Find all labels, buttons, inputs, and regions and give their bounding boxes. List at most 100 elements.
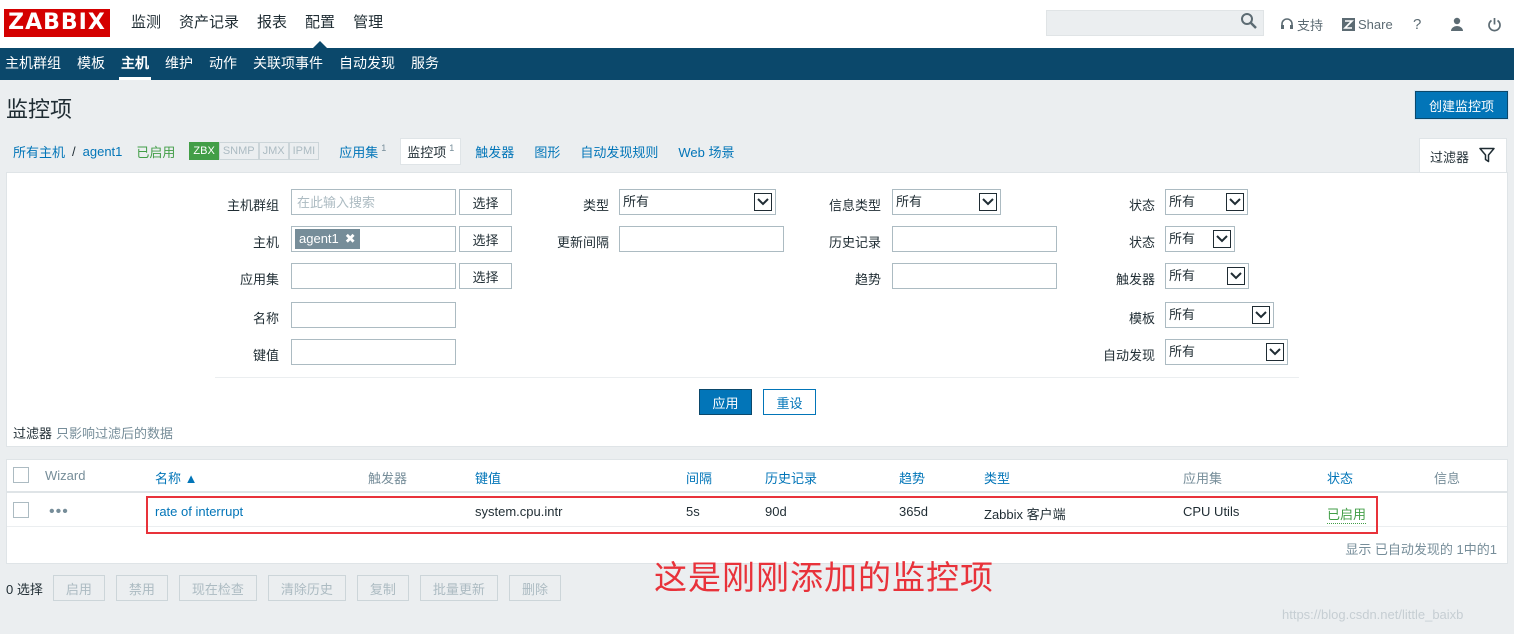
tab-triggers[interactable]: 触发器	[475, 142, 514, 161]
key-input[interactable]	[291, 339, 456, 365]
submenu-actions[interactable]: 动作	[204, 48, 242, 80]
tab-items[interactable]: 监控项 1	[400, 137, 462, 165]
item-name-link[interactable]: rate of interrupt	[155, 504, 243, 519]
discovery-select[interactable]: 所有	[1165, 339, 1288, 365]
share-z-icon	[1342, 17, 1355, 31]
selected-count: 0 选择	[6, 581, 43, 597]
filter-note: 过滤器 只影响过滤后的数据	[13, 423, 173, 442]
column-triggers: 触发器	[368, 471, 408, 486]
item-status-toggle[interactable]: 已启用	[1327, 504, 1367, 524]
item-type: Zabbix 客户端	[984, 507, 1066, 522]
info-type-select[interactable]: 所有	[892, 189, 1001, 215]
breadcrumb-host[interactable]: agent1	[83, 144, 123, 159]
submenu-hosts[interactable]: 主机	[116, 48, 154, 80]
share-link[interactable]: Share	[1342, 13, 1393, 35]
column-name[interactable]: 名称 ▲	[155, 468, 197, 487]
delete-button[interactable]: 删除	[508, 575, 561, 601]
trends-input[interactable]	[892, 263, 1057, 289]
zabbix-logo[interactable]: ZABBIX	[4, 9, 110, 37]
breadcrumb: 所有主机 / agent1 已启用 ZBX SNMP JMX IPMI 应用集 1…	[0, 137, 734, 165]
availability-zbx: ZBX	[189, 142, 219, 160]
clear-history-button[interactable]: 清除历史	[267, 575, 346, 601]
menu-monitoring[interactable]: 监测	[122, 0, 170, 48]
update-interval-input[interactable]	[619, 226, 784, 252]
availability-ipmi: IPMI	[288, 142, 320, 160]
name-label: 名称	[252, 311, 279, 326]
submenu-discovery[interactable]: 自动发现	[334, 48, 400, 80]
template-select[interactable]: 所有	[1165, 302, 1274, 328]
tab-graphs[interactable]: 图形	[534, 142, 560, 161]
breadcrumb-all-hosts[interactable]: 所有主机	[13, 142, 65, 161]
copy-button[interactable]: 复制	[356, 575, 409, 601]
submenu-event-correlation[interactable]: 关联项事件	[248, 48, 328, 80]
host-select-button[interactable]: 选择	[459, 226, 512, 252]
submenu-maintenance[interactable]: 维护	[160, 48, 198, 80]
chevron-down-icon	[1226, 193, 1244, 211]
application-select-button[interactable]: 选择	[459, 263, 512, 289]
submenu-host-groups[interactable]: 主机群组	[0, 48, 66, 80]
item-key: system.cpu.intr	[475, 504, 563, 519]
create-item-button[interactable]: 创建监控项	[1415, 91, 1508, 119]
info-type-select-value: 所有	[896, 194, 923, 209]
column-status[interactable]: 状态	[1327, 468, 1353, 487]
application-input[interactable]	[291, 263, 456, 289]
menu-configuration[interactable]: 配置	[296, 0, 344, 48]
submenu-templates[interactable]: 模板	[72, 48, 110, 80]
column-type[interactable]: 类型	[984, 468, 1010, 487]
help-icon[interactable]: ?	[1413, 13, 1421, 35]
row-checkbox[interactable]	[13, 502, 29, 518]
menu-inventory[interactable]: 资产记录	[170, 0, 248, 48]
item-history: 90d	[765, 504, 787, 519]
host-group-label: 主机群组	[226, 198, 279, 213]
tab-applications[interactable]: 应用集 1	[339, 142, 386, 161]
name-input[interactable]	[291, 302, 456, 328]
apply-filter-button[interactable]: 应用	[699, 389, 752, 415]
remove-chip-icon[interactable]: ✖	[345, 229, 356, 249]
check-now-button[interactable]: 现在检查	[178, 575, 257, 601]
tab-items-count: 1	[449, 143, 455, 154]
history-label: 历史记录	[828, 235, 881, 250]
item-interval: 5s	[686, 504, 700, 519]
item-trends: 365d	[899, 504, 928, 519]
mass-update-button[interactable]: 批量更新	[419, 575, 498, 601]
host-multiselect[interactable]: agent1 ✖	[291, 226, 456, 252]
tab-discovery-rules[interactable]: 自动发现规则	[580, 142, 658, 161]
filter-toggle-tab[interactable]: 过滤器	[1419, 138, 1507, 173]
annotation-text: 这是刚刚添加的监控项	[654, 558, 994, 597]
column-trends[interactable]: 趋势	[899, 468, 925, 487]
column-interval[interactable]: 间隔	[686, 468, 712, 487]
user-profile-icon[interactable]	[1450, 13, 1464, 35]
global-search-input[interactable]	[1046, 10, 1264, 36]
host-status-enabled[interactable]: 已启用	[136, 142, 175, 161]
reset-filter-button[interactable]: 重设	[763, 389, 816, 415]
type-select-value: 所有	[623, 194, 650, 209]
state-select[interactable]: 所有	[1165, 189, 1248, 215]
support-link[interactable]: 支持	[1280, 13, 1323, 35]
host-group-input[interactable]	[291, 189, 456, 215]
status-select[interactable]: 所有	[1165, 226, 1235, 252]
menu-administration[interactable]: 管理	[344, 0, 392, 48]
support-label: 支持	[1297, 17, 1324, 33]
submenu-services[interactable]: 服务	[406, 48, 444, 80]
host-group-select-button[interactable]: 选择	[459, 189, 512, 215]
menu-reports[interactable]: 报表	[248, 0, 296, 48]
disable-button[interactable]: 禁用	[115, 575, 168, 601]
history-input[interactable]	[892, 226, 1057, 252]
column-key[interactable]: 键值	[475, 468, 501, 487]
enable-button[interactable]: 启用	[52, 575, 105, 601]
discovery-label: 自动发现	[1102, 348, 1155, 363]
triggers-select-value: 所有	[1169, 268, 1196, 283]
filter-note-text: 只影响过滤后的数据	[56, 426, 174, 441]
logout-icon[interactable]	[1487, 13, 1502, 35]
search-icon[interactable]	[1240, 12, 1262, 34]
tab-web-scenarios[interactable]: Web 场景	[678, 142, 734, 161]
select-all-checkbox[interactable]	[13, 467, 29, 483]
application-label: 应用集	[239, 272, 279, 287]
type-select[interactable]: 所有	[619, 189, 776, 215]
wizard-menu-icon[interactable]: •••	[49, 503, 69, 521]
triggers-select[interactable]: 所有	[1165, 263, 1249, 289]
column-history[interactable]: 历史记录	[765, 468, 817, 487]
availability-jmx: JMX	[258, 142, 289, 160]
filter-note-bold: 过滤器	[13, 426, 53, 441]
tab-applications-label: 应用集	[339, 144, 379, 160]
